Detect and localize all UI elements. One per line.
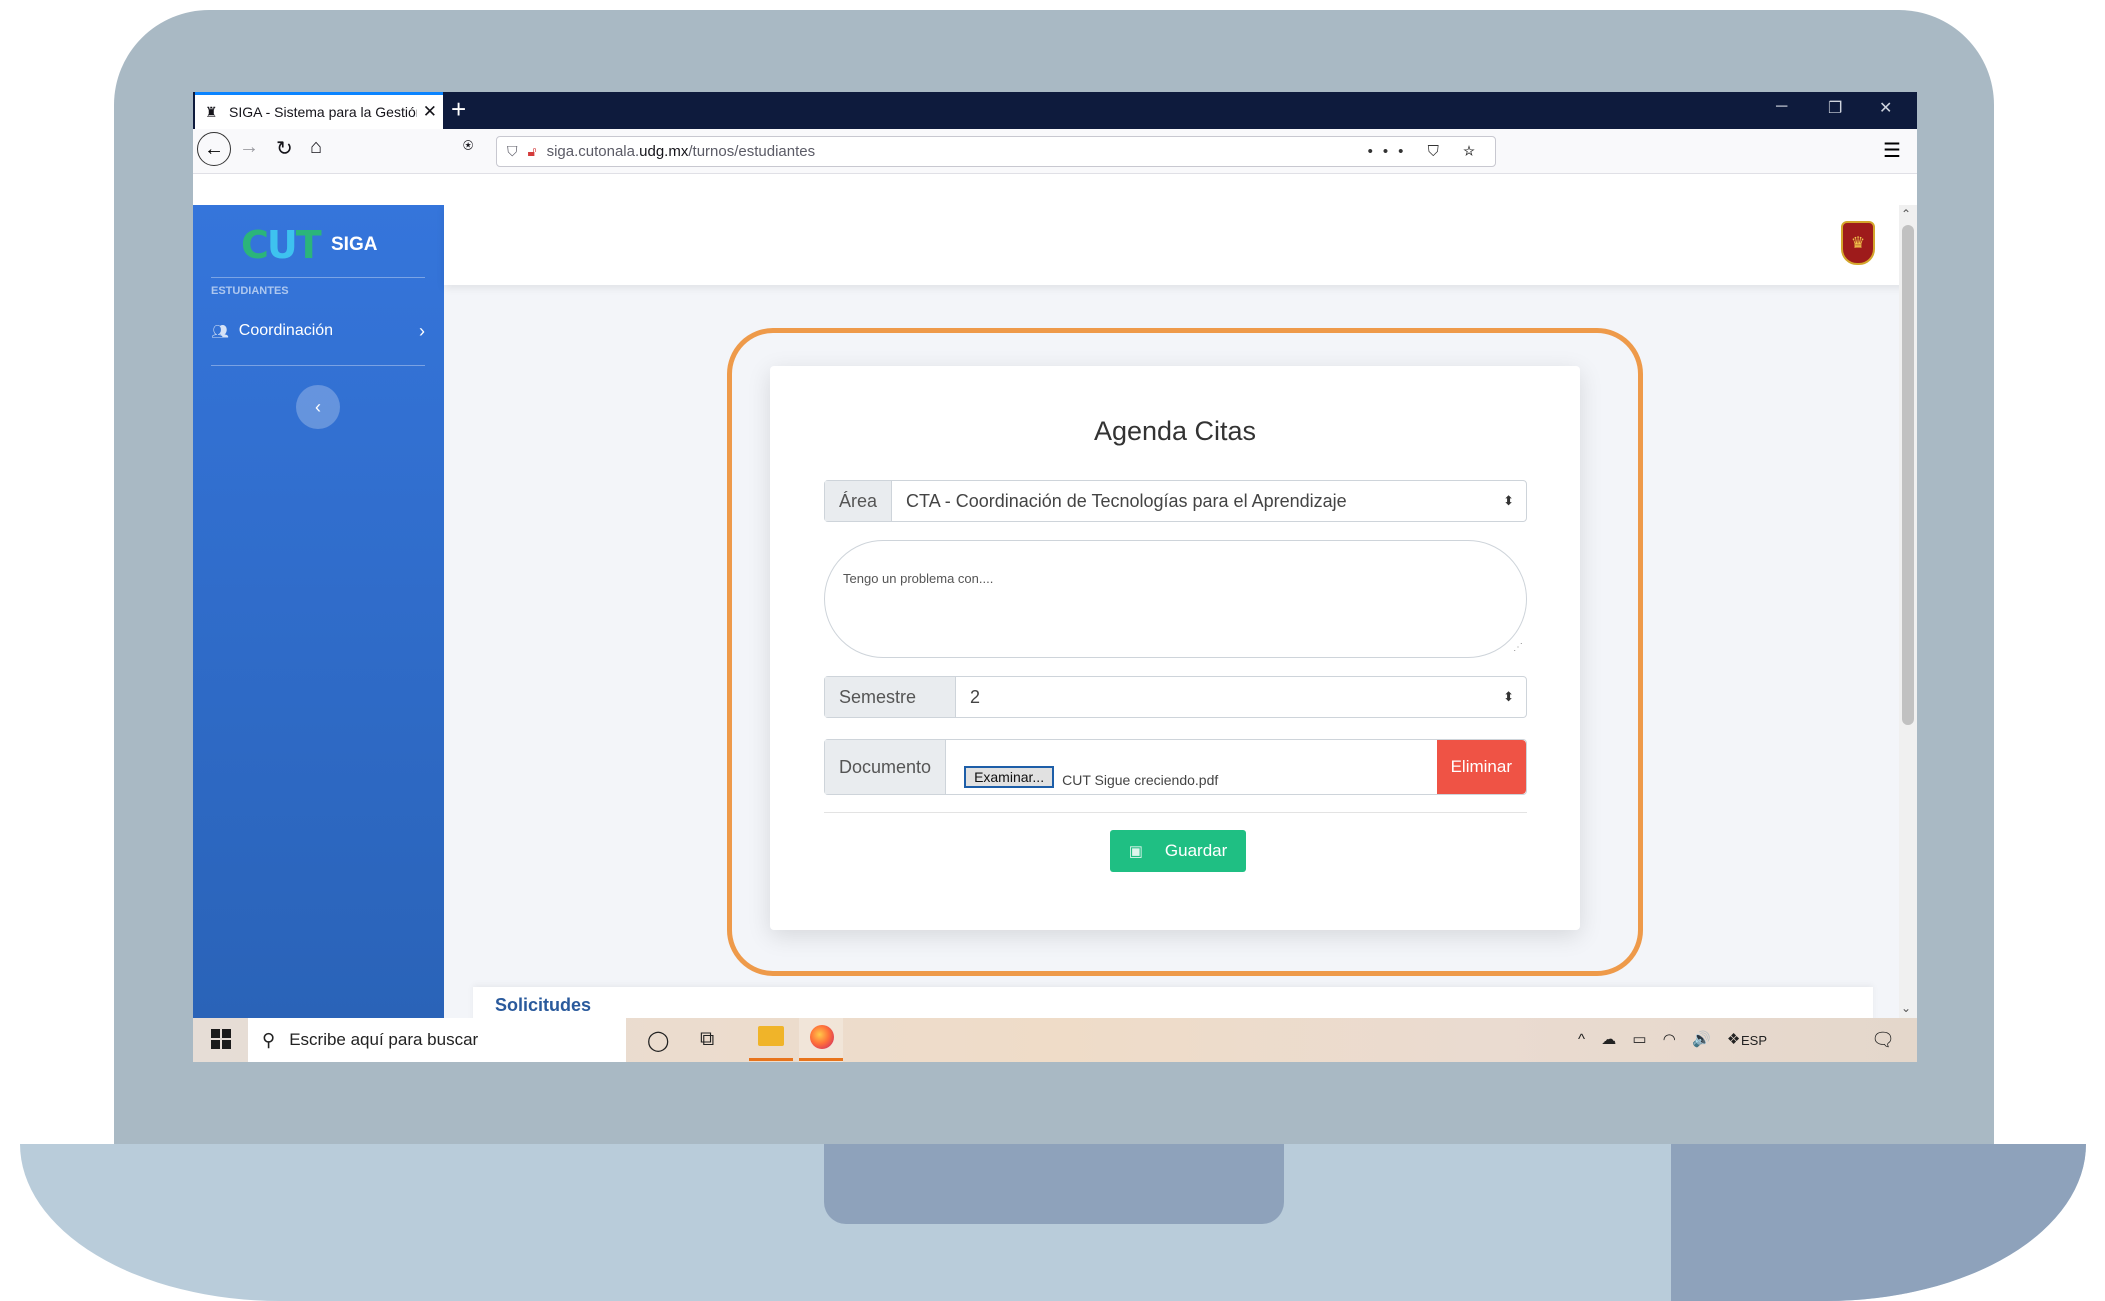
sidebar-item-coordinacion[interactable]: 👥︎ Coordinación › (211, 317, 425, 345)
cortana-icon[interactable]: ◯ (647, 1028, 669, 1053)
agenda-card: Agenda Citas Área CTA - Coordinación de … (770, 366, 1580, 930)
browser-tab[interactable]: ♜ SIGA - Sistema para la Gestión ✕ (195, 92, 443, 129)
floppy-icon: ▣ (1128, 843, 1143, 860)
area-label: Área (825, 481, 893, 521)
area-value: CTA - Coordinación de Tecnologías para e… (906, 490, 1347, 511)
language-indicator[interactable]: ESP (1741, 1033, 1767, 1048)
scroll-down-icon[interactable]: ⌄ (1901, 1001, 1911, 1015)
users-icon: 👥︎ (211, 322, 229, 339)
shield-icon: ⛉ (507, 143, 518, 159)
task-view-icon[interactable]: ⧉ (700, 1028, 714, 1051)
chevron-left-icon: ‹ (315, 396, 321, 417)
close-tab-icon[interactable]: ✕ (423, 102, 437, 122)
url-domain: udg.mx (639, 143, 689, 160)
select-caret-icon: ⬍ (1503, 493, 1514, 508)
laptop-screen: ♜ SIGA - Sistema para la Gestión ✕ + ─ ❐… (193, 92, 1917, 1062)
documento-field: Documento Examinar... CUT Sigue creciend… (824, 739, 1527, 795)
web-page: CUT SIGA ESTUDIANTES 👥︎ Coordinación › ‹… (193, 205, 1917, 1018)
url-actions[interactable]: ••• ⛉ ☆ (1368, 143, 1485, 160)
problem-textarea[interactable]: Tengo un problema con.... (824, 540, 1527, 658)
explorer-running-indicator (749, 1058, 793, 1061)
close-window-icon[interactable]: ✕ (1879, 98, 1892, 118)
sidebar-collapse-button[interactable]: ‹ (296, 385, 340, 429)
file-input[interactable]: Examinar... CUT Sigue creciendo.pdf (946, 740, 1437, 794)
taskbar-search[interactable]: ⚲ Escribe aquí para buscar (248, 1018, 626, 1062)
solicitudes-title: Solicitudes (495, 995, 592, 1015)
scrollbar-thumb[interactable] (1902, 225, 1914, 725)
sidebar-section-heading: ESTUDIANTES (211, 285, 289, 297)
url-host: siga.cutonala. (546, 143, 640, 160)
bookmark-star-icon[interactable]: ⍟ (463, 136, 473, 156)
area-select[interactable]: Área CTA - Coordinación de Tecnologías p… (824, 480, 1527, 522)
new-tab-icon[interactable]: + (451, 94, 466, 125)
firefox-running-indicator (799, 1058, 843, 1061)
browse-button[interactable]: Examinar... (964, 766, 1055, 788)
resize-handle-icon[interactable]: ⋰ (1513, 642, 1523, 653)
file-explorer-icon[interactable] (758, 1026, 784, 1046)
notifications-icon[interactable]: 🗨︎ (1871, 1028, 1895, 1052)
url-path: /turnos/estudiantes (688, 143, 816, 160)
url-text: siga.cutonala.udg.mx/turnos/estudiantes (547, 143, 1368, 160)
semestre-label: Semestre (825, 677, 956, 717)
chevron-right-icon: › (419, 320, 425, 341)
card-title: Agenda Citas (1093, 416, 1257, 446)
laptop-notch (824, 1144, 1284, 1224)
select-caret-icon: ⬍ (1503, 689, 1514, 704)
windows-start-icon[interactable] (211, 1029, 231, 1049)
sidebar-divider (211, 277, 425, 278)
address-bar[interactable]: ⛉ 🔓︎ siga.cutonala.udg.mx/turnos/estudia… (496, 136, 1496, 167)
back-icon[interactable]: ← (197, 132, 231, 166)
reload-icon[interactable]: ↻ (276, 136, 293, 161)
save-button[interactable]: ▣ Guardar (1110, 830, 1246, 872)
sidebar-divider-2 (211, 365, 425, 366)
form-divider (824, 812, 1527, 813)
minimize-icon[interactable]: ─ (1776, 98, 1787, 116)
documento-label: Documento (825, 740, 947, 794)
cut-logo: CUT (241, 223, 322, 267)
search-icon: ⚲ (262, 1029, 276, 1050)
save-label: Guardar (1164, 841, 1228, 860)
file-name: CUT Sigue creciendo.pdf (1062, 772, 1219, 788)
home-icon[interactable]: ⌂ (310, 136, 322, 159)
brand-name: SIGA (331, 234, 378, 255)
search-placeholder: Escribe aquí para buscar (289, 1030, 479, 1049)
solicitudes-card (473, 987, 1873, 1018)
delete-button[interactable]: Eliminar (1436, 740, 1526, 794)
laptop-base-shade (1671, 1144, 2086, 1301)
firefox-icon[interactable] (810, 1025, 834, 1049)
semestre-select[interactable]: Semestre 2 ⬍ (824, 676, 1527, 718)
udg-crest-icon: ♛ (1841, 221, 1875, 265)
udg-favicon-icon: ♜ (205, 103, 218, 120)
top-header (444, 205, 1917, 285)
insecure-lock-icon: 🔓︎ (527, 143, 537, 159)
system-tray-icons[interactable]: ^ ☁ ▭ ◠ 🔊 ❖ (1578, 1030, 1746, 1048)
scroll-up-icon[interactable]: ⌃ (1901, 207, 1911, 221)
sidebar-item-label: Coordinación (238, 322, 334, 339)
menu-icon[interactable]: ☰ (1883, 138, 1901, 163)
restore-icon[interactable]: ❐ (1828, 98, 1842, 118)
forward-icon[interactable]: → (239, 136, 259, 159)
tab-title: SIGA - Sistema para la Gestión (229, 104, 417, 120)
semestre-value: 2 (970, 686, 981, 707)
